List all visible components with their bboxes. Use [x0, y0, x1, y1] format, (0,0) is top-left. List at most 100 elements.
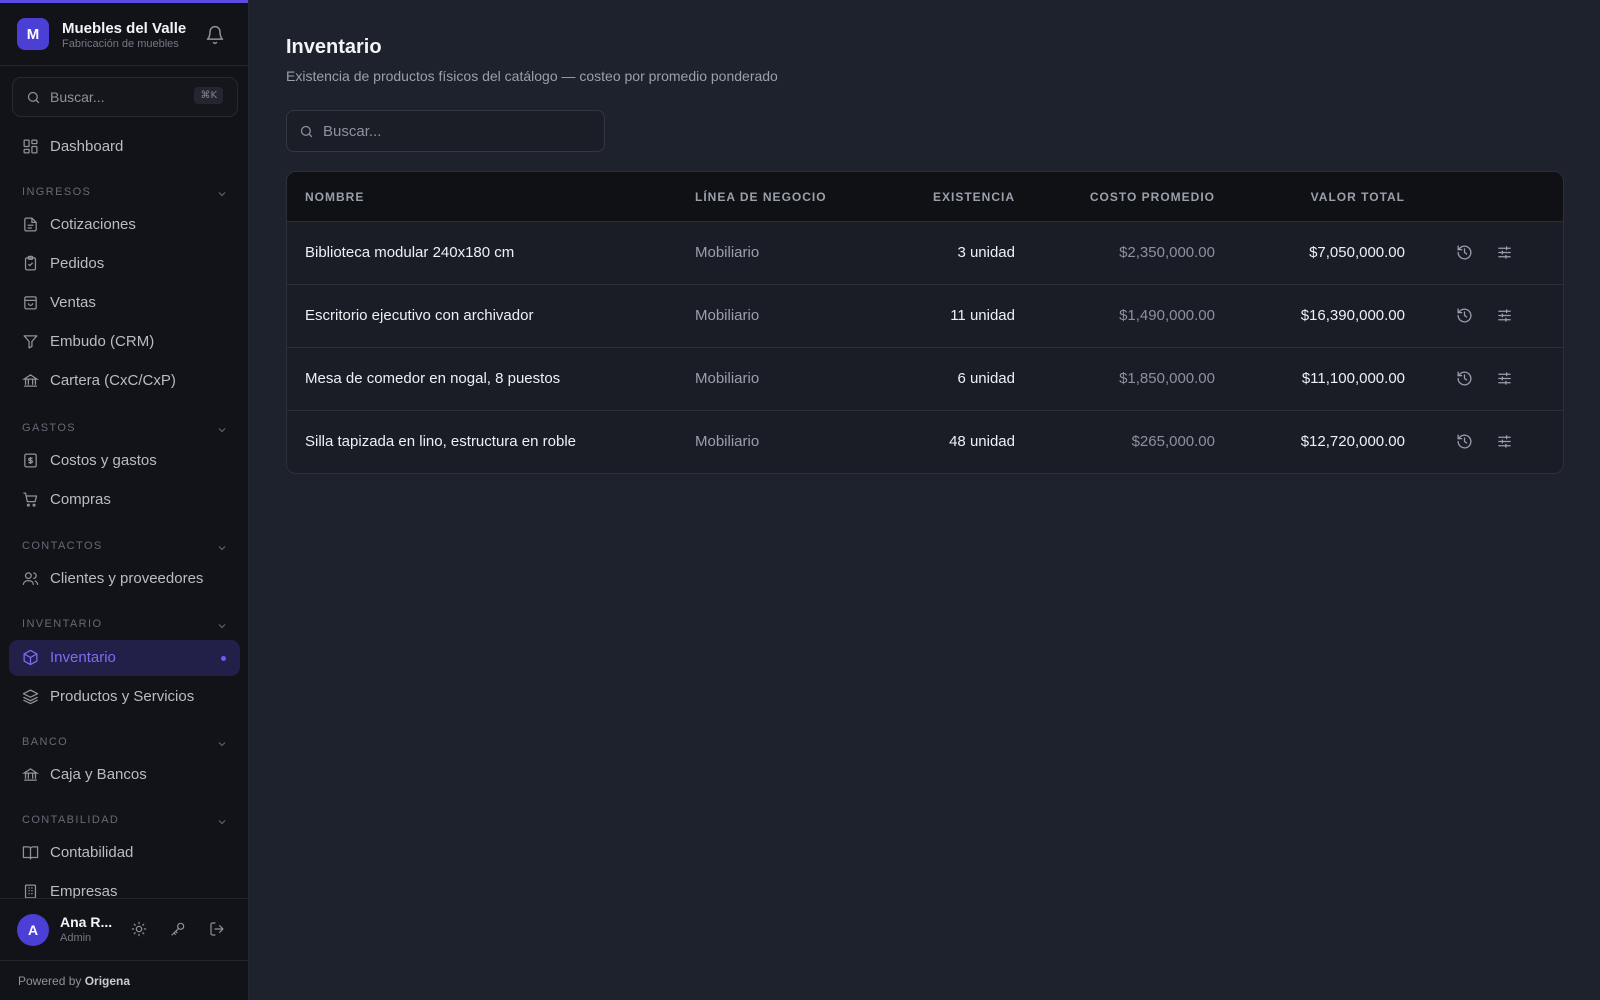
column-header-total[interactable]: VALOR TOTAL	[1311, 190, 1405, 204]
cell-qty: 3 unidad	[957, 244, 1015, 261]
chevron-down-icon	[216, 424, 228, 436]
sidebar-item-label: Cotizaciones	[50, 216, 136, 233]
sidebar-item-label: Caja y Bancos	[50, 766, 147, 783]
bag-icon	[22, 294, 39, 311]
sidebar-item-contabilidad[interactable]: Contabilidad	[9, 835, 240, 871]
adjust-icon[interactable]	[1496, 370, 1514, 388]
sidebar-item-label: Ventas	[50, 294, 96, 311]
adjust-icon[interactable]	[1496, 433, 1514, 451]
sidebar-item-label: Compras	[50, 491, 111, 508]
sun-icon[interactable]	[131, 921, 149, 939]
table-row[interactable]: Biblioteca modular 240x180 cm Mobiliario…	[287, 221, 1563, 284]
cell-total: $12,720,000.00	[1300, 433, 1405, 450]
cell-cost: $265,000.00	[1131, 433, 1215, 450]
column-header-qty[interactable]: EXISTENCIA	[933, 190, 1015, 204]
section-label: BANCO	[22, 736, 69, 748]
cell-name: Biblioteca modular 240x180 cm	[305, 244, 515, 261]
clipboard-icon	[22, 255, 39, 272]
sidebar-item-embudo[interactable]: Embudo (CRM)	[9, 324, 240, 360]
cell-qty: 48 unidad	[949, 433, 1015, 450]
section-inventario[interactable]: INVENTARIO	[22, 618, 228, 634]
sidebar-search[interactable]: Buscar... ⌘K	[12, 77, 238, 117]
column-header-name[interactable]: NOMBRE	[305, 190, 364, 204]
chevron-down-icon	[216, 188, 228, 200]
cell-line: Mobiliario	[695, 307, 760, 324]
brand-logo[interactable]: M	[17, 18, 49, 50]
search-input[interactable]	[323, 111, 593, 151]
sidebar-item-productos[interactable]: Productos y Servicios	[9, 679, 240, 715]
history-icon[interactable]	[1456, 370, 1474, 388]
cell-total: $16,390,000.00	[1300, 307, 1405, 324]
key-icon[interactable]	[170, 921, 188, 939]
sidebar-item-compras[interactable]: Compras	[9, 482, 240, 518]
section-label: INVENTARIO	[22, 618, 103, 630]
section-label: CONTACTOS	[22, 540, 103, 552]
search-icon	[26, 90, 41, 105]
column-header-line[interactable]: LÍNEA DE NEGOCIO	[695, 190, 827, 204]
brand-header: M Muebles del Valle Fabricación de muebl…	[0, 3, 248, 66]
search-shortcut-badge: ⌘K	[194, 87, 223, 104]
sidebar-item-pedidos[interactable]: Pedidos	[9, 246, 240, 282]
cell-line: Mobiliario	[695, 433, 760, 450]
sidebar-item-label: Dashboard	[50, 138, 124, 155]
chevron-down-icon	[216, 816, 228, 828]
section-label: GASTOS	[22, 422, 77, 434]
box-icon	[22, 649, 39, 666]
cell-cost: $2,350,000.00	[1119, 244, 1215, 261]
sidebar-item-caja[interactable]: Caja y Bancos	[9, 757, 240, 793]
user-name: Ana R...	[60, 914, 113, 930]
sidebar-item-label: Inventario	[50, 649, 116, 666]
user-role: Admin	[60, 932, 92, 944]
user-panel: A Ana R... Admin	[0, 898, 248, 960]
table-row[interactable]: Mesa de comedor en nogal, 8 puestos Mobi…	[287, 347, 1563, 410]
cell-cost: $1,490,000.00	[1119, 307, 1215, 324]
sidebar: M Muebles del Valle Fabricación de muebl…	[0, 0, 249, 1000]
active-indicator-dot	[221, 656, 226, 661]
table-row[interactable]: Silla tapizada en lino, estructura en ro…	[287, 410, 1563, 473]
logout-icon[interactable]	[209, 921, 227, 939]
history-icon[interactable]	[1456, 433, 1474, 451]
bell-icon[interactable]	[205, 25, 225, 45]
chevron-down-icon	[216, 738, 228, 750]
cell-qty: 6 unidad	[957, 370, 1015, 387]
sidebar-item-label: Clientes y proveedores	[50, 570, 204, 587]
sidebar-item-ventas[interactable]: Ventas	[9, 285, 240, 321]
cell-total: $11,100,000.00	[1301, 370, 1405, 387]
layers-icon	[22, 688, 39, 705]
chevron-down-icon	[216, 542, 228, 554]
cell-line: Mobiliario	[695, 370, 760, 387]
sidebar-item-inventario[interactable]: Inventario	[9, 640, 240, 676]
sidebar-item-cartera[interactable]: Cartera (CxC/CxP)	[9, 363, 240, 399]
section-label: INGRESOS	[22, 186, 92, 198]
sidebar-item-label: Embudo (CRM)	[50, 333, 155, 350]
adjust-icon[interactable]	[1496, 307, 1514, 325]
page-subtitle: Existencia de productos físicos del catá…	[286, 68, 778, 84]
search-icon	[299, 124, 314, 139]
powered-by: Powered by Origena	[0, 960, 248, 1000]
history-icon[interactable]	[1456, 307, 1474, 325]
table-row[interactable]: Escritorio ejecutivo con archivador Mobi…	[287, 284, 1563, 347]
sidebar-item-dashboard[interactable]: Dashboard	[9, 129, 240, 165]
inventory-search[interactable]	[286, 110, 605, 152]
cell-cost: $1,850,000.00	[1119, 370, 1215, 387]
section-contactos[interactable]: CONTACTOS	[22, 540, 228, 556]
dashboard-icon	[22, 138, 39, 155]
section-gastos[interactable]: GASTOS	[22, 422, 228, 438]
sidebar-item-cotizaciones[interactable]: Cotizaciones	[9, 207, 240, 243]
history-icon[interactable]	[1456, 244, 1474, 262]
sidebar-item-costos[interactable]: Costos y gastos	[9, 443, 240, 479]
cell-name: Escritorio ejecutivo con archivador	[305, 307, 534, 324]
users-icon	[22, 570, 39, 587]
sidebar-item-label: Productos y Servicios	[50, 688, 195, 705]
section-contabilidad[interactable]: CONTABILIDAD	[22, 814, 228, 830]
powered-brand[interactable]: Origena	[85, 974, 130, 988]
powered-prefix: Powered by	[18, 974, 82, 988]
sidebar-item-label: Contabilidad	[50, 844, 134, 861]
section-banco[interactable]: BANCO	[22, 736, 228, 752]
section-ingresos[interactable]: INGRESOS	[22, 186, 228, 202]
chevron-down-icon	[216, 620, 228, 632]
column-header-cost[interactable]: COSTO PROMEDIO	[1090, 190, 1215, 204]
sidebar-item-clientes[interactable]: Clientes y proveedores	[9, 561, 240, 597]
adjust-icon[interactable]	[1496, 244, 1514, 262]
avatar[interactable]: A	[17, 914, 49, 946]
